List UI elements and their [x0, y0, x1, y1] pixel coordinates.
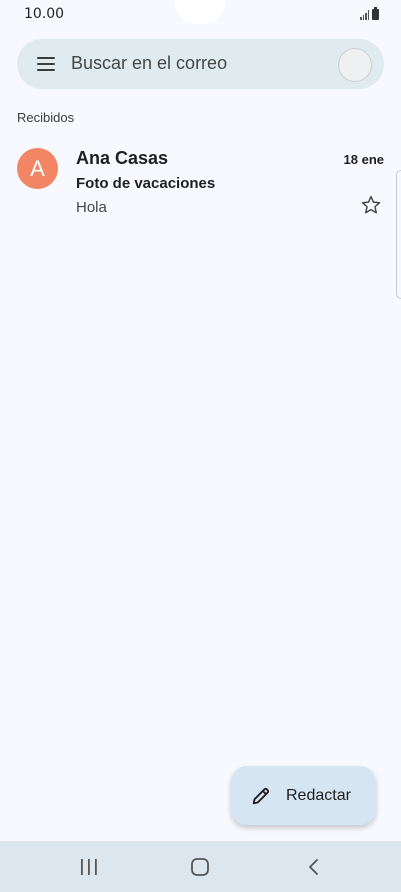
- pencil-icon: [252, 787, 270, 805]
- search-input[interactable]: Buscar en el correo: [71, 53, 227, 74]
- star-outline-icon[interactable]: [360, 194, 382, 216]
- home-icon[interactable]: [190, 857, 210, 877]
- sender-name: Ana Casas: [76, 148, 169, 168]
- email-snippet: Hola: [76, 199, 107, 216]
- back-icon[interactable]: [305, 857, 323, 877]
- email-subject: Foto de vacaciones: [76, 175, 216, 192]
- search-bar[interactable]: Buscar en el correo: [17, 39, 384, 89]
- scroll-handle[interactable]: [396, 170, 401, 299]
- signal-icon: [360, 10, 369, 20]
- menu-icon[interactable]: [37, 57, 55, 71]
- compose-label: Redactar: [286, 787, 351, 804]
- email-list-item[interactable]: A Ana Casas 18 ene Foto de vacaciones Ho…: [0, 140, 401, 226]
- navigation-bar: [0, 841, 401, 892]
- email-date: 18 ene: [343, 152, 384, 167]
- account-avatar-button[interactable]: [338, 48, 372, 82]
- battery-icon: [372, 7, 379, 20]
- camera-notch: [175, 0, 225, 24]
- status-icons: [360, 7, 379, 20]
- compose-button[interactable]: Redactar: [231, 766, 376, 825]
- inbox-section-label: Recibidos: [17, 110, 75, 125]
- status-bar: 10.00: [0, 0, 401, 30]
- status-time: 10.00: [24, 6, 65, 22]
- sender-avatar[interactable]: A: [17, 148, 58, 189]
- sender-avatar-letter: A: [30, 155, 45, 181]
- recents-icon[interactable]: [79, 858, 99, 876]
